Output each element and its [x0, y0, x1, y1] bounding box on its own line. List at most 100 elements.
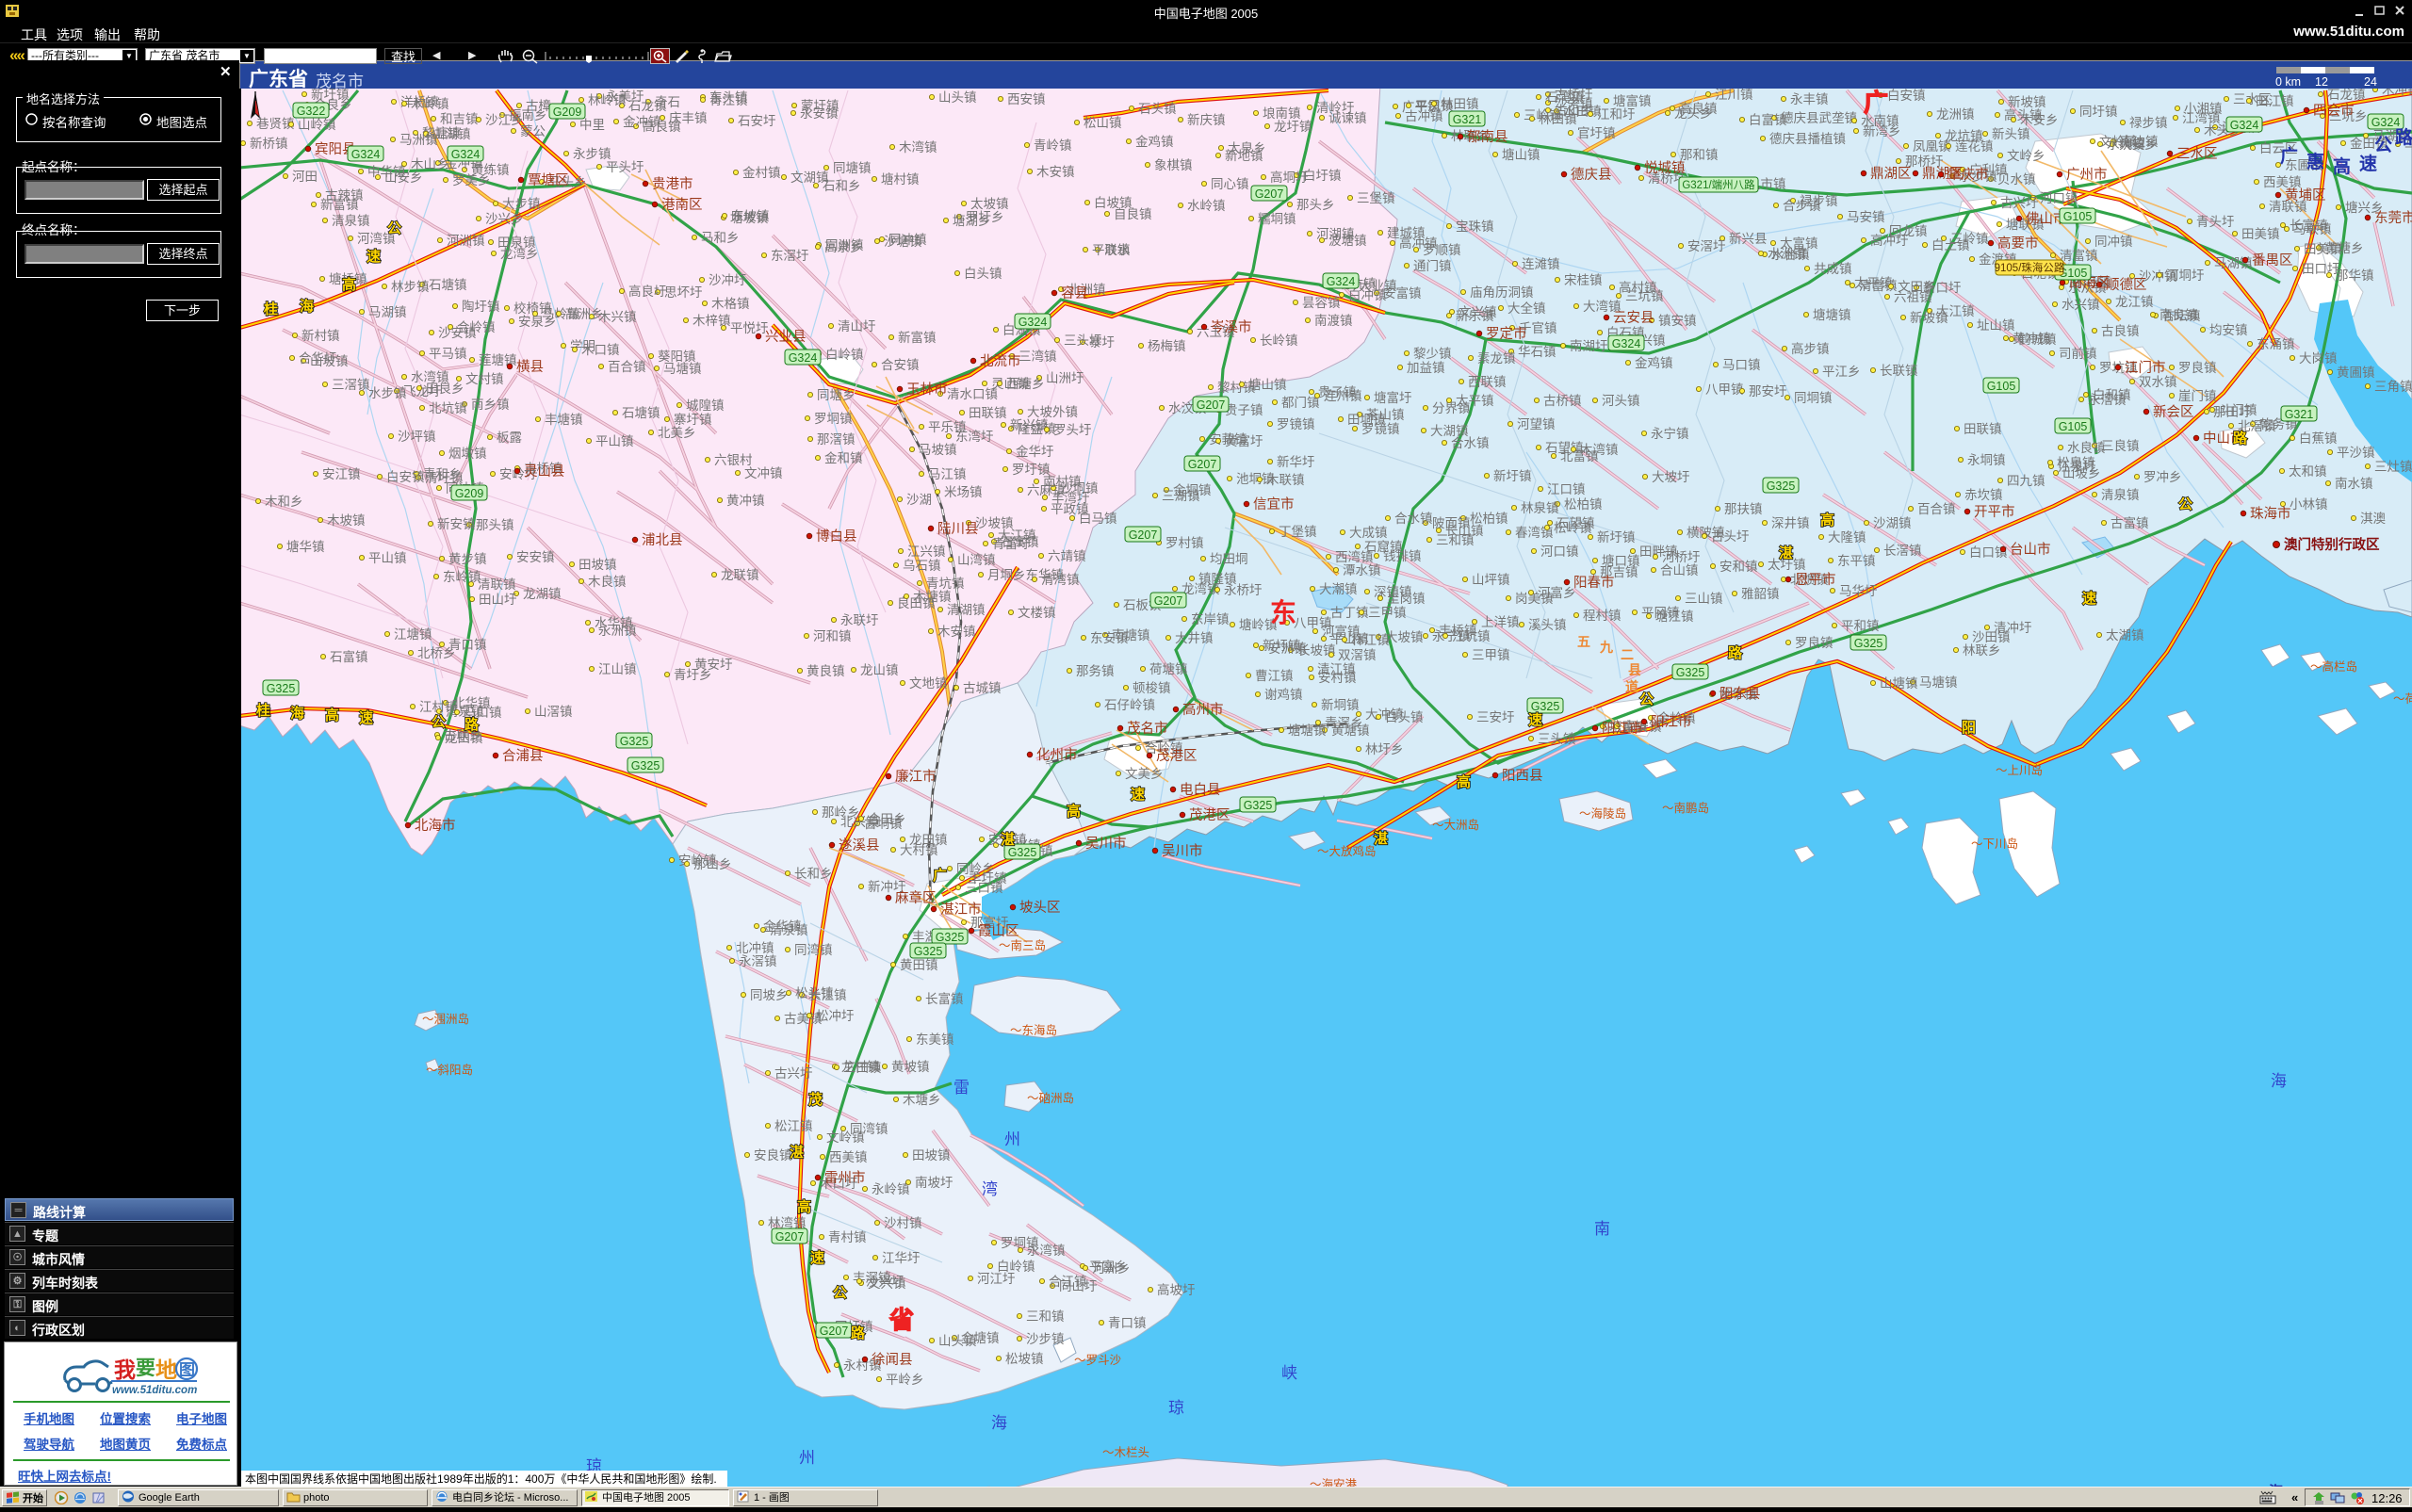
svg-text:小林镇: 小林镇 [2290, 497, 2328, 512]
svg-text:那务镇: 那务镇 [1076, 664, 1115, 678]
svg-text:文地镇: 文地镇 [909, 676, 948, 691]
svg-text:阳春市: 阳春市 [1573, 575, 1615, 591]
svg-text:同岭乡: 同岭乡 [956, 862, 995, 876]
svg-text:米场镇: 米场镇 [944, 485, 983, 499]
svg-text:那华镇: 那华镇 [2336, 268, 2374, 283]
svg-text:青圩乡: 青圩乡 [674, 668, 712, 682]
svg-text:罗镜镇: 罗镜镇 [1277, 417, 1315, 431]
svg-text:北海市: 北海市 [415, 818, 456, 834]
svg-text:古良镇: 古良镇 [2101, 324, 2140, 338]
svg-text:金华圩: 金华圩 [1016, 445, 1054, 459]
svg-text:官圩镇: 官圩镇 [1577, 126, 1616, 140]
svg-text:白岭镇: 白岭镇 [825, 348, 864, 362]
svg-text:曹江镇: 曹江镇 [1255, 669, 1294, 683]
svg-text:G321: G321 [1453, 113, 1482, 126]
svg-text:清联镇: 清联镇 [478, 577, 516, 592]
svg-text:九: 九 [1599, 640, 1613, 655]
svg-text:塘山镇: 塘山镇 [1248, 378, 1287, 392]
svg-text:南乡镇: 南乡镇 [471, 398, 510, 412]
svg-text:西美镇: 西美镇 [829, 1150, 868, 1164]
svg-text:松泉镇: 松泉镇 [2057, 455, 2095, 470]
svg-text:〜大放鸡岛: 〜大放鸡岛 [1317, 844, 1377, 858]
svg-text:金鸡镇: 金鸡镇 [1635, 355, 1673, 370]
svg-text:新圩镇: 新圩镇 [1493, 469, 1532, 483]
svg-text:金和镇: 金和镇 [824, 451, 863, 465]
svg-text:公: 公 [387, 220, 401, 236]
svg-text:G207: G207 [775, 1230, 805, 1244]
svg-text:江村镇: 江村镇 [419, 700, 458, 714]
svg-text:路: 路 [464, 716, 480, 733]
svg-text:水岭镇: 水岭镇 [1187, 199, 1226, 213]
svg-text:黄富圩: 黄富圩 [1225, 433, 1263, 448]
svg-text:吴川市: 吴川市 [1162, 843, 1203, 859]
svg-text:平联镇: 平联镇 [1092, 243, 1131, 257]
svg-text:龙联镇: 龙联镇 [721, 568, 759, 582]
svg-text:广: 广 [2280, 145, 2298, 167]
svg-text:百合镇: 百合镇 [608, 360, 646, 374]
svg-text:〜涠洲岛: 〜涠洲岛 [422, 1012, 469, 1026]
svg-text:高: 高 [325, 707, 339, 723]
svg-text:博白县: 博白县 [816, 528, 857, 545]
svg-text:江兴镇: 江兴镇 [907, 545, 946, 559]
svg-text:龙湾镇: 龙湾镇 [1182, 581, 1220, 596]
svg-text:罗美乡: 罗美乡 [452, 173, 491, 187]
svg-text:霞山区: 霞山区 [978, 923, 1019, 939]
svg-text:沙兴乡: 沙兴乡 [485, 212, 524, 226]
svg-text:那安圩: 那安圩 [1749, 384, 1787, 398]
svg-text:长和乡: 长和乡 [794, 867, 833, 881]
svg-text:高: 高 [2333, 155, 2351, 177]
svg-text:禄步镇: 禄步镇 [2129, 116, 2168, 130]
svg-text:荷塘镇: 荷塘镇 [1149, 662, 1188, 676]
svg-text:东美镇: 东美镇 [916, 1032, 954, 1047]
svg-text:三水区: 三水区 [2176, 146, 2218, 162]
svg-text:金冲镇: 金冲镇 [623, 115, 661, 129]
svg-text:玉林市: 玉林市 [906, 382, 948, 398]
svg-text:新坡镇: 新坡镇 [2008, 95, 2046, 109]
svg-text:木安镇: 木安镇 [1036, 165, 1075, 179]
svg-text:塘村镇: 塘村镇 [881, 172, 920, 187]
svg-text:新桥镇: 新桥镇 [250, 137, 288, 151]
svg-text:四会市: 四会市 [2313, 103, 2355, 119]
svg-text:沙步镇: 沙步镇 [1026, 1332, 1065, 1346]
svg-text:青村镇: 青村镇 [828, 1230, 867, 1244]
svg-text:山滘镇: 山滘镇 [534, 705, 573, 719]
svg-text:G325: G325 [1531, 700, 1560, 713]
svg-text:河和镇: 河和镇 [813, 629, 852, 643]
svg-text:清山圩: 清山圩 [838, 319, 876, 333]
svg-text:新安镇: 新安镇 [437, 517, 476, 531]
svg-text:大村镇: 大村镇 [900, 843, 938, 857]
svg-text:江华圩: 江华圩 [882, 1251, 921, 1265]
svg-text:同垌镇: 同垌镇 [1794, 391, 1833, 405]
svg-text:河湖镇: 河湖镇 [1316, 227, 1355, 241]
svg-text:茂名市: 茂名市 [1127, 721, 1168, 737]
svg-text:均安镇: 均安镇 [2209, 323, 2248, 337]
svg-text:四九镇: 四九镇 [2007, 474, 2045, 488]
svg-text:均田垌: 均田垌 [1210, 552, 1248, 566]
svg-text:白头镇: 白头镇 [1385, 710, 1424, 724]
svg-text:三甲镇: 三甲镇 [1472, 648, 1510, 662]
svg-text:www.51ditu.com: www.51ditu.com [112, 1385, 197, 1396]
svg-text:丰湾圩: 丰湾圩 [1051, 490, 1090, 505]
svg-text:速: 速 [359, 709, 373, 726]
svg-text:永桥圩: 永桥圩 [1224, 583, 1263, 597]
svg-text:灵山县: 灵山县 [524, 463, 565, 480]
svg-text:淇澳: 淇澳 [2360, 512, 2387, 526]
svg-text:道: 道 [1625, 679, 1638, 694]
svg-text:象棋镇: 象棋镇 [1154, 158, 1193, 172]
svg-text:东坡镇: 东坡镇 [731, 209, 770, 223]
svg-text:路: 路 [1728, 644, 1743, 661]
svg-text:素龙镇: 素龙镇 [1477, 351, 1516, 366]
svg-text:金村镇: 金村镇 [742, 166, 781, 180]
svg-text:安滘圩: 安滘圩 [1687, 239, 1726, 253]
svg-text:古冲镇: 古冲镇 [1405, 109, 1443, 123]
svg-text:河口镇: 河口镇 [1540, 545, 1579, 559]
svg-text:〜木栏头: 〜木栏头 [1102, 1445, 1149, 1459]
svg-text:杨梅镇: 杨梅镇 [1148, 339, 1186, 353]
svg-text:白蕉镇: 白蕉镇 [2299, 431, 2338, 446]
svg-text:庙角历洞镇: 庙角历洞镇 [1470, 285, 1534, 300]
svg-text:G207: G207 [1154, 594, 1183, 608]
svg-text:东涌镇: 东涌镇 [2257, 337, 2295, 351]
svg-text:新富镇: 新富镇 [320, 197, 359, 212]
svg-text:G321/端州八路: G321/端州八路 [1682, 178, 1755, 191]
svg-text:G324: G324 [351, 148, 381, 161]
